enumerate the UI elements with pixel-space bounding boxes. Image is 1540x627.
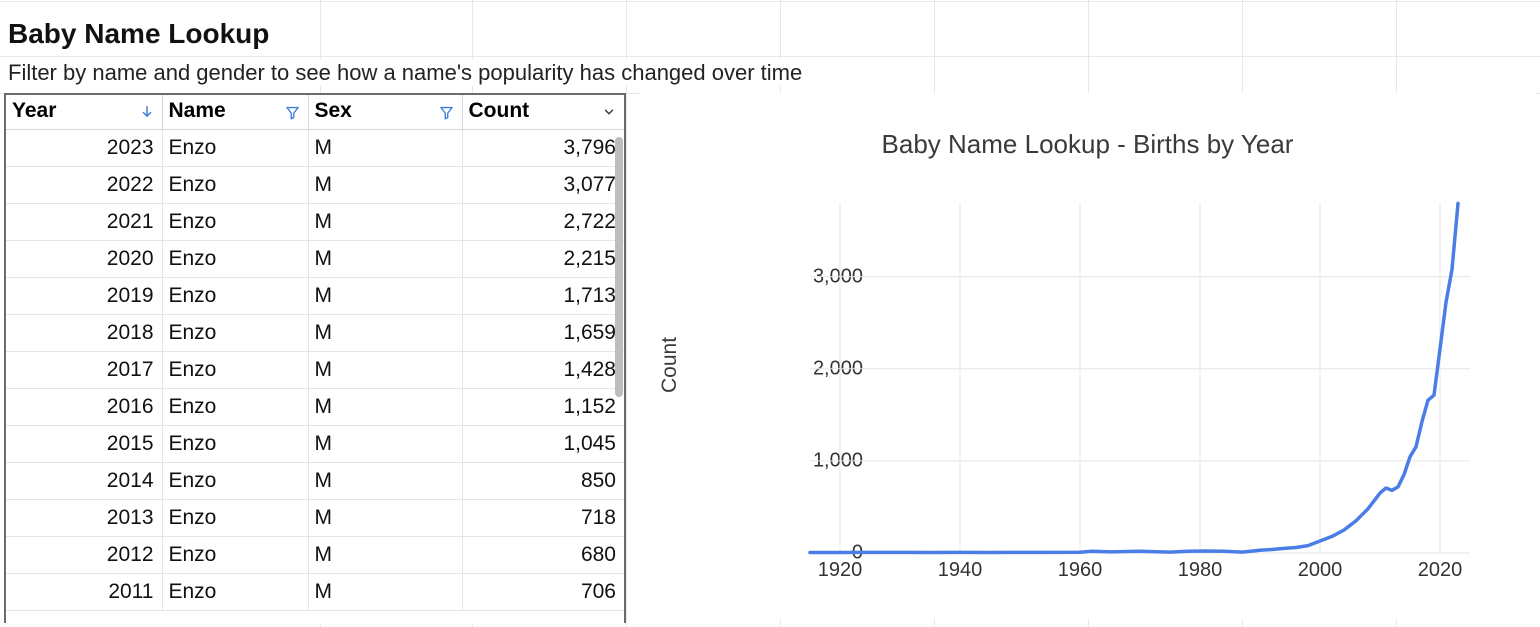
cell-count: 3,077 — [462, 167, 624, 204]
chart-title: Baby Name Lookup - Births by Year — [640, 93, 1535, 170]
x-tick-label: 1960 — [1045, 559, 1115, 582]
table-row[interactable]: 2016EnzoM1,152 — [6, 389, 624, 426]
table-row[interactable]: 2021EnzoM2,722 — [6, 204, 624, 241]
cell-year: 2020 — [6, 241, 162, 278]
cell-name: Enzo — [162, 426, 308, 463]
cell-year: 2018 — [6, 315, 162, 352]
cell-name: Enzo — [162, 278, 308, 315]
table-row[interactable]: 2015EnzoM1,045 — [6, 426, 624, 463]
table-row[interactable]: 2014EnzoM850 — [6, 463, 624, 500]
cell-year: 2017 — [6, 352, 162, 389]
cell-sex: M — [308, 130, 462, 167]
cell-count: 1,045 — [462, 426, 624, 463]
cell-name: Enzo — [162, 574, 308, 611]
cell-count: 706 — [462, 574, 624, 611]
cell-name: Enzo — [162, 130, 308, 167]
table-row[interactable]: 2017EnzoM1,428 — [6, 352, 624, 389]
cell-sex: M — [308, 315, 462, 352]
cell-sex: M — [308, 463, 462, 500]
x-tick-label: 1920 — [805, 559, 875, 582]
cell-count: 3,796 — [462, 130, 624, 167]
x-tick-label: 1980 — [1165, 559, 1235, 582]
cell-sex: M — [308, 389, 462, 426]
chart: Baby Name Lookup - Births by Year Count … — [640, 93, 1535, 619]
cell-count: 1,659 — [462, 315, 624, 352]
table-row[interactable]: 2018EnzoM1,659 — [6, 315, 624, 352]
scrollbar-thumb[interactable] — [615, 137, 623, 397]
col-header-label: Name — [169, 99, 226, 122]
col-header-label: Sex — [315, 99, 352, 122]
filter-icon[interactable] — [438, 103, 456, 121]
table-row[interactable]: 2013EnzoM718 — [6, 500, 624, 537]
cell-sex: M — [308, 574, 462, 611]
page-subtitle: Filter by name and gender to see how a n… — [8, 60, 808, 86]
cell-year: 2013 — [6, 500, 162, 537]
cell-sex: M — [308, 537, 462, 574]
cell-name: Enzo — [162, 204, 308, 241]
cell-count: 850 — [462, 463, 624, 500]
table-row[interactable]: 2019EnzoM1,713 — [6, 278, 624, 315]
chart-ylabel: Count — [658, 337, 682, 393]
col-header-count[interactable]: Count — [462, 95, 624, 130]
x-tick-label: 2000 — [1285, 559, 1355, 582]
cell-sex: M — [308, 352, 462, 389]
cell-year: 2023 — [6, 130, 162, 167]
cell-name: Enzo — [162, 463, 308, 500]
scrollbar[interactable] — [613, 131, 623, 623]
cell-sex: M — [308, 278, 462, 315]
cell-count: 718 — [462, 500, 624, 537]
col-header-year[interactable]: Year — [6, 95, 162, 130]
cell-name: Enzo — [162, 352, 308, 389]
col-header-name[interactable]: Name — [162, 95, 308, 130]
cell-year: 2019 — [6, 278, 162, 315]
table-row[interactable]: 2020EnzoM2,215 — [6, 241, 624, 278]
cell-name: Enzo — [162, 241, 308, 278]
cell-count: 680 — [462, 537, 624, 574]
table-row[interactable]: 2022EnzoM3,077 — [6, 167, 624, 204]
table-row[interactable]: 2012EnzoM680 — [6, 537, 624, 574]
cell-year: 2022 — [6, 167, 162, 204]
cell-count: 2,722 — [462, 204, 624, 241]
table-row[interactable]: 2023EnzoM3,796 — [6, 130, 624, 167]
cell-count: 1,152 — [462, 389, 624, 426]
cell-sex: M — [308, 167, 462, 204]
cell-sex: M — [308, 241, 462, 278]
cell-sex: M — [308, 204, 462, 241]
cell-name: Enzo — [162, 500, 308, 537]
cell-count: 1,713 — [462, 278, 624, 315]
data-table: Year Name Sex — [4, 93, 626, 623]
page-title: Baby Name Lookup — [8, 18, 275, 50]
cell-count: 1,428 — [462, 352, 624, 389]
filter-icon[interactable] — [284, 103, 302, 121]
cell-name: Enzo — [162, 389, 308, 426]
cell-name: Enzo — [162, 167, 308, 204]
cell-sex: M — [308, 426, 462, 463]
cell-year: 2016 — [6, 389, 162, 426]
cell-count: 2,215 — [462, 241, 624, 278]
sort-desc-icon[interactable] — [138, 103, 156, 121]
chevron-down-icon[interactable] — [600, 103, 618, 121]
col-header-sex[interactable]: Sex — [308, 95, 462, 130]
cell-year: 2012 — [6, 537, 162, 574]
table-row[interactable]: 2011EnzoM706 — [6, 574, 624, 611]
cell-sex: M — [308, 500, 462, 537]
x-tick-label: 2020 — [1405, 559, 1475, 582]
cell-year: 2021 — [6, 204, 162, 241]
cell-year: 2014 — [6, 463, 162, 500]
cell-name: Enzo — [162, 537, 308, 574]
cell-year: 2015 — [6, 426, 162, 463]
col-header-label: Count — [469, 99, 530, 122]
cell-name: Enzo — [162, 315, 308, 352]
plot-area — [810, 203, 1470, 553]
col-header-label: Year — [12, 99, 56, 122]
x-tick-label: 1940 — [925, 559, 995, 582]
cell-year: 2011 — [6, 574, 162, 611]
